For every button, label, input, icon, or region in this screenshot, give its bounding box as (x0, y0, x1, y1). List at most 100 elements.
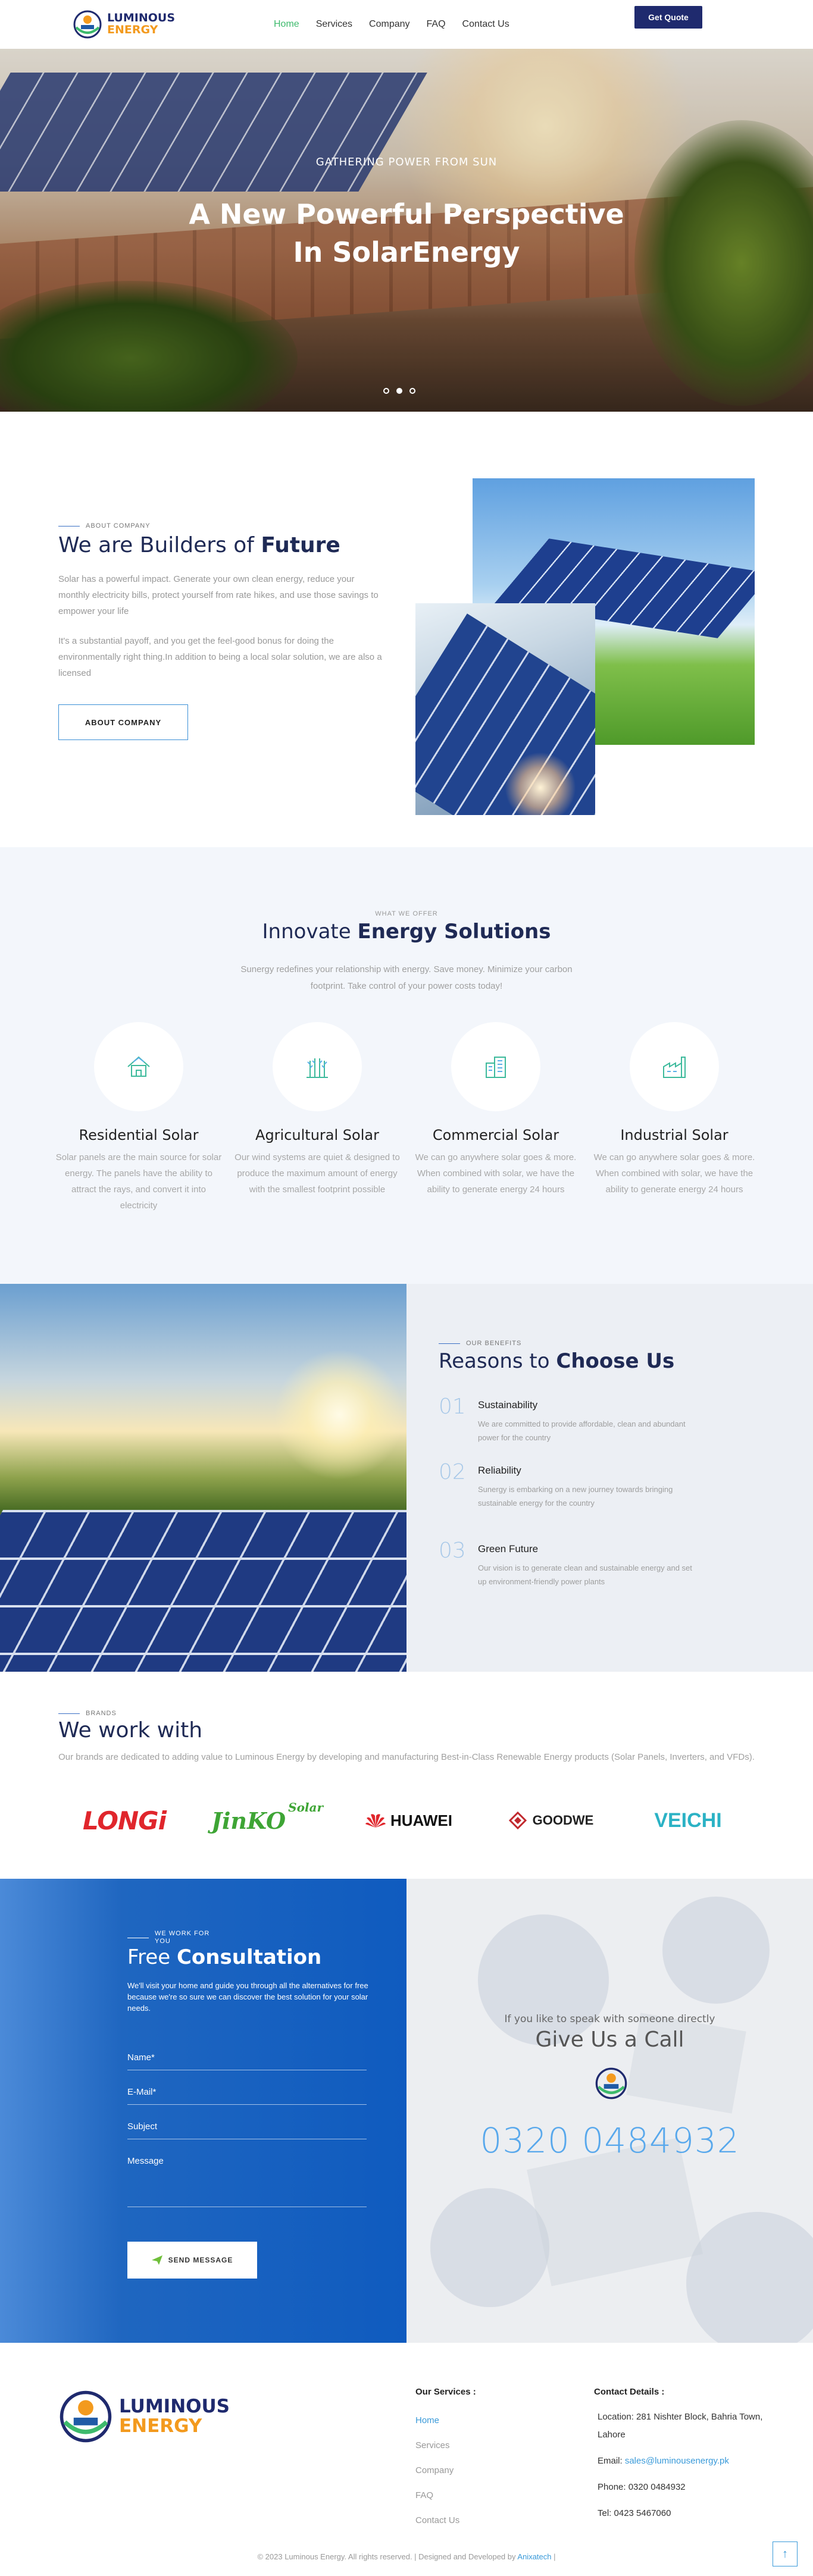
nav-home[interactable]: Home (274, 19, 299, 30)
footer-email-link[interactable]: sales@luminousenergy.pk (625, 2456, 729, 2466)
about-eyebrow: ABOUT COMPANY (58, 522, 151, 529)
reason-text: We are committed to provide affordable, … (478, 1419, 686, 1442)
send-message-button[interactable]: SEND MESSAGE (127, 2242, 257, 2279)
reason-number: 02 (439, 1460, 466, 1484)
service-card-residential[interactable]: Residential Solar Solar panels are the m… (55, 1022, 222, 1214)
reason-number: 03 (439, 1538, 466, 1563)
get-quote-button[interactable]: Get Quote (634, 6, 702, 29)
reason-item: 02 Reliability Sunergy is embarking on a… (439, 1461, 692, 1510)
solar-sunset-image (0, 1284, 406, 1672)
brand-line1: LUMINOUS (107, 11, 175, 25)
reason-item: 01 Sustainability We are committed to pr… (439, 1396, 692, 1444)
hero-title-line2: In SolarEnergy (293, 236, 520, 268)
brand-line2: ENERGY (107, 23, 158, 36)
services-title: Innovate Energy Solutions (262, 920, 551, 944)
copyright: © 2023 Luminous Energy. All rights reser… (257, 2552, 556, 2561)
house-icon (127, 1056, 150, 1077)
reason-title: Sustainability (478, 1399, 538, 1411)
footer-services-title: Our Services : (415, 2387, 476, 2397)
nav-contact[interactable]: Contact Us (462, 19, 509, 30)
reasons-content: OUR BENEFITS Reasons to Choose Us 01 Sus… (406, 1284, 813, 1672)
service-title: Residential Solar (79, 1127, 199, 1143)
brand-logos: LONGi JinKO Solar HUAWEI GOODWE VEICHI (0, 1797, 813, 1844)
reason-text: Sunergy is embarking on a new journey to… (478, 1485, 673, 1508)
jinko-logo: JinKO Solar (211, 1800, 324, 1834)
slider-dot-active[interactable] (396, 388, 402, 394)
footer-link-services[interactable]: Services (415, 2440, 450, 2450)
footer-location: Location: 281 Nishter Block, Bahria Town… (598, 2412, 763, 2440)
reason-number: 01 (439, 1394, 466, 1419)
footer-link-home[interactable]: Home (415, 2415, 439, 2425)
scroll-to-top-button[interactable]: ↑ (773, 2541, 798, 2566)
footer-services-list: Home Services Company FAQ Contact Us (415, 2408, 459, 2533)
hero-subtitle: GATHERING POWER FROM SUN (315, 156, 498, 168)
installer-image (415, 603, 595, 815)
about-title: We are Builders of Future (58, 533, 340, 557)
brands-eyebrow: BRANDS (58, 1710, 117, 1717)
services-intro: Sunergy redefines your relationship with… (240, 964, 573, 991)
brands-title: We work with (58, 1718, 203, 1743)
veichi-logo: VEICHI (654, 1809, 722, 1832)
consult-title: Free Consultation (127, 1945, 322, 1969)
message-field[interactable]: Message (127, 2156, 367, 2207)
service-card-agricultural[interactable]: Agricultural Solar Our wind systems are … (234, 1022, 401, 1198)
consultation-form-panel: WE WORK FOR YOU Free Consultation We'll v… (0, 1879, 406, 2343)
brand-logo[interactable]: LUMINOUS ENERGY (73, 10, 175, 39)
goodwe-logo: GOODWE (498, 1797, 605, 1844)
reason-item: 03 Green Future Our vision is to generat… (439, 1540, 692, 1588)
service-title: Industrial Solar (620, 1127, 728, 1143)
nav-faq[interactable]: FAQ (427, 19, 446, 30)
about-paragraph-2: It's a substantial payoff, and you get t… (58, 636, 382, 678)
hero-title: A New Powerful Perspective In SolarEnerg… (0, 195, 813, 271)
huawei-flower-icon (365, 1814, 386, 1828)
consultation-section: WE WORK FOR YOU Free Consultation We'll v… (0, 1879, 813, 2343)
footer-details-title: Contact Details : (594, 2387, 665, 2397)
footer-email: Email: sales@luminousenergy.pk (598, 2456, 729, 2466)
footer-logo[interactable]: LUMINOUS ENERGY (58, 2389, 230, 2444)
factory-icon (663, 1057, 686, 1078)
reasons-eyebrow: OUR BENEFITS (439, 1340, 521, 1347)
brands-section: BRANDS We work with Our brands are dedic… (0, 1672, 813, 1879)
service-text: Our wind systems are quiet & designed to… (234, 1152, 400, 1195)
slider-dot[interactable] (409, 388, 415, 394)
subject-field[interactable]: Subject (127, 2121, 367, 2139)
service-title: Agricultural Solar (255, 1127, 379, 1143)
name-field[interactable]: Name* (127, 2052, 367, 2070)
email-field[interactable]: E-Mail* (127, 2087, 367, 2105)
arrow-up-icon: ↑ (782, 2547, 788, 2561)
paper-plane-icon (151, 2255, 162, 2265)
main-menu: Home Services Company FAQ Contact Us (274, 19, 509, 30)
service-text: We can go anywhere solar goes & more. Wh… (415, 1152, 577, 1195)
footer-tel: Tel: 0423 5467060 (598, 2508, 671, 2518)
service-card-commercial[interactable]: Commercial Solar We can go anywhere sola… (412, 1022, 579, 1198)
reason-title: Reliability (478, 1465, 521, 1476)
service-text: Solar panels are the main source for sol… (55, 1152, 222, 1211)
service-text: We can go anywhere solar goes & more. Wh… (593, 1152, 755, 1195)
call-subtitle: If you like to speak with someone direct… (504, 2013, 715, 2025)
brands-description: Our brands are dedicated to adding value… (58, 1752, 755, 1762)
services-section: WHAT WE OFFER Innovate Energy Solutions … (0, 847, 813, 1284)
phone-number-link[interactable]: 0320 0484932 (406, 2120, 813, 2161)
footer-link-faq[interactable]: FAQ (415, 2490, 433, 2500)
footer-link-contact[interactable]: Contact Us (415, 2515, 459, 2525)
huawei-logo: HUAWEI (352, 1797, 465, 1844)
goodwe-diamond-icon (508, 1812, 527, 1829)
about-company-button[interactable]: ABOUT COMPANY (58, 704, 188, 740)
footer-link-company[interactable]: Company (415, 2465, 454, 2475)
reasons-title: Reasons to Choose Us (439, 1349, 675, 1373)
longi-logo: LONGi (83, 1806, 167, 1835)
building-icon (486, 1057, 506, 1078)
service-card-industrial[interactable]: Industrial Solar We can go anywhere sola… (591, 1022, 758, 1198)
consult-intro: We'll visit your home and guide you thro… (127, 1981, 368, 2013)
nav-services[interactable]: Services (316, 19, 352, 30)
hero-title-line1: A New Powerful Perspective (189, 198, 624, 230)
footer: LUMINOUS ENERGY Our Services : Home Serv… (0, 2343, 813, 2576)
crops-icon (307, 1058, 328, 1078)
hero-banner: GATHERING POWER FROM SUN A New Powerful … (0, 49, 813, 412)
reasons-section: OUR BENEFITS Reasons to Choose Us 01 Sus… (0, 1284, 813, 1672)
slider-dots (383, 388, 415, 394)
developer-link[interactable]: Anixatech (517, 2552, 551, 2561)
footer-phone: Phone: 0320 0484932 (598, 2482, 686, 2492)
nav-company[interactable]: Company (369, 19, 409, 30)
slider-dot[interactable] (383, 388, 389, 394)
